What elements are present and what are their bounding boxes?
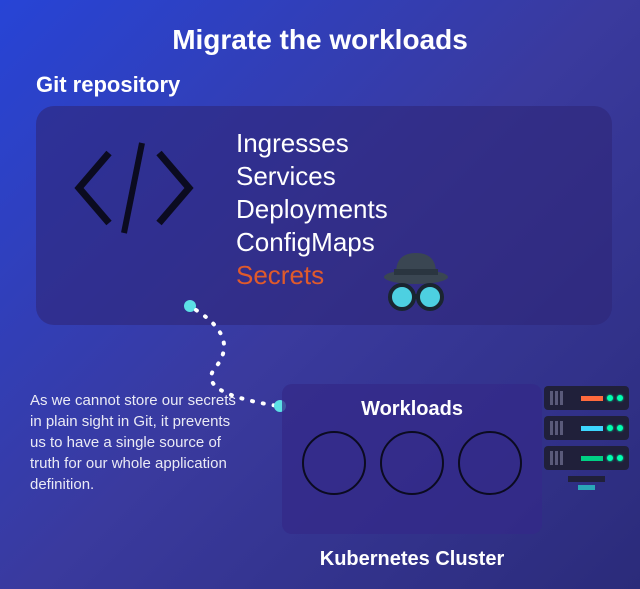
page-title: Migrate the workloads bbox=[0, 0, 640, 56]
resource-item-secrets: Secrets bbox=[236, 260, 388, 291]
git-repo-label: Git repository bbox=[0, 56, 640, 106]
resource-item: ConfigMaps bbox=[236, 227, 388, 258]
server-unit bbox=[544, 446, 629, 470]
resource-item: Ingresses bbox=[236, 128, 388, 159]
pod-circle bbox=[302, 431, 366, 495]
pods-row bbox=[282, 431, 542, 495]
server-rack-icon bbox=[544, 386, 629, 490]
code-icon bbox=[64, 128, 204, 248]
pod-circle bbox=[458, 431, 522, 495]
explanation-note: As we cannot store our secrets in plain … bbox=[30, 390, 240, 495]
workloads-title: Workloads bbox=[282, 398, 542, 421]
pod-circle bbox=[380, 431, 444, 495]
workloads-panel: Workloads bbox=[282, 384, 542, 534]
resource-item: Deployments bbox=[236, 194, 388, 225]
cluster-label: Kubernetes Cluster bbox=[282, 548, 542, 571]
server-unit bbox=[544, 386, 629, 410]
spy-icon bbox=[376, 245, 456, 315]
server-unit bbox=[544, 416, 629, 440]
resource-item: Services bbox=[236, 161, 388, 192]
resource-list: Ingresses Services Deployments ConfigMap… bbox=[236, 128, 388, 291]
git-repo-panel: Ingresses Services Deployments ConfigMap… bbox=[36, 106, 612, 325]
